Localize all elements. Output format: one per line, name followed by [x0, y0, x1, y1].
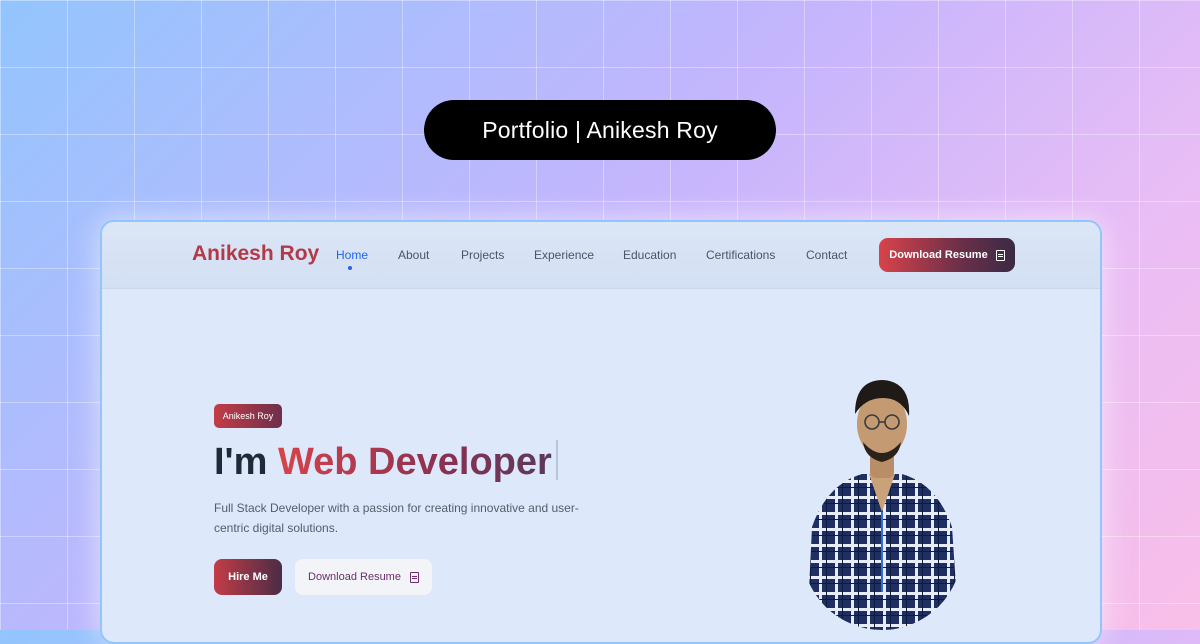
nav-link-certifications[interactable]: Certifications [706, 248, 775, 262]
page-title: Portfolio | Anikesh Roy [482, 116, 718, 143]
browser-frame: Anikesh Roy Home About Projects Experien… [100, 220, 1102, 644]
nav-link-about[interactable]: About [398, 248, 429, 262]
navbar: Anikesh Roy Home About Projects Experien… [102, 222, 1100, 289]
hire-me-button[interactable]: Hire Me [214, 559, 282, 595]
profile-photo [807, 380, 959, 630]
document-icon [409, 571, 419, 583]
nav-link-experience[interactable]: Experience [534, 248, 594, 262]
hero-headline: I'm Web Developer [214, 440, 558, 484]
hero-description: Full Stack Developer with a passion for … [214, 501, 579, 535]
headline-accent: Web Developer [277, 441, 552, 483]
download-resume-button[interactable]: Download Resume [295, 559, 432, 595]
nav-link-contact[interactable]: Contact [806, 248, 847, 262]
nav-link-education[interactable]: Education [623, 248, 676, 262]
nav-link-home[interactable]: Home [336, 248, 368, 262]
nav-download-resume-label: Download Resume [889, 249, 988, 261]
download-resume-label: Download Resume [308, 571, 401, 583]
typing-caret [555, 440, 558, 480]
page-title-pill: Portfolio | Anikesh Roy [424, 100, 776, 160]
nav-download-resume-button[interactable]: Download Resume [879, 238, 1015, 272]
document-icon [995, 249, 1005, 261]
headline-prefix: I'm [214, 441, 268, 483]
name-badge: Anikesh Roy [214, 404, 282, 428]
brand-logo[interactable]: Anikesh Roy [192, 242, 319, 266]
nav-link-projects[interactable]: Projects [461, 248, 504, 262]
active-indicator [348, 266, 352, 270]
